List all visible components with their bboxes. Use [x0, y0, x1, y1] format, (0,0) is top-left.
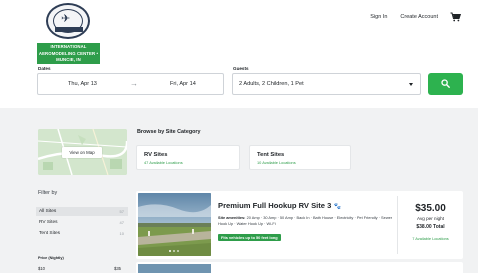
- filter-item-label: All Sites: [39, 209, 57, 214]
- listing-card[interactable]: Premium Full Hookup RV Site 3 🐾 Site ame…: [136, 191, 463, 259]
- price-filter-label: Price (Nightly): [38, 256, 64, 260]
- filter-item-label: Tent Sites: [39, 231, 61, 236]
- arrow-right-icon: →: [130, 79, 138, 88]
- listing-photo[interactable]: [138, 193, 211, 256]
- listing-price: $35.00: [415, 203, 446, 214]
- dates-label: Dates: [38, 66, 51, 71]
- amenities-list: 20 Amp · 30 Amp · 50 Amp · Back In · Bat…: [218, 215, 393, 226]
- chevron-down-icon: [409, 83, 413, 86]
- available-locations-link[interactable]: 7 Available Locations: [398, 236, 463, 241]
- category-card-tent[interactable]: Tent Sites 10 Available Locations: [249, 145, 351, 170]
- filter-item-rv-sites[interactable]: RV Sites 47: [36, 218, 128, 227]
- category-count: 47 Available Locations: [144, 160, 183, 165]
- carousel-dots[interactable]: [169, 250, 179, 252]
- view-on-map-button[interactable]: View on Map: [62, 147, 102, 158]
- cart-icon[interactable]: [450, 12, 461, 22]
- create-account-link[interactable]: Create Account: [400, 14, 438, 20]
- guests-value: 2 Adults, 2 Children, 1 Pet: [239, 81, 304, 87]
- filter-item-label: RV Sites: [39, 220, 58, 225]
- category-name: Tent Sites: [257, 152, 285, 158]
- price-min-value[interactable]: $10: [38, 266, 45, 271]
- filter-item-count: 10: [119, 231, 124, 236]
- listing-title-text: Premium Full Hookup RV Site 3: [218, 201, 332, 210]
- search-button[interactable]: [428, 73, 463, 95]
- price-max-value[interactable]: $35: [114, 266, 121, 271]
- sign-in-link[interactable]: Sign In: [370, 14, 387, 20]
- logo-wordmark: INTERNATIONAL AEROMODELING CENTER • MUNC…: [37, 43, 100, 64]
- search-icon: [441, 79, 450, 88]
- filter-item-tent-sites[interactable]: Tent Sites 10: [36, 229, 128, 238]
- check-out-date[interactable]: Fri, Apr 14: [170, 81, 196, 87]
- filter-item-count: 57: [119, 209, 124, 214]
- category-count: 10 Available Locations: [257, 160, 296, 165]
- avg-per-night-label: Avg per night: [417, 216, 444, 221]
- filter-item-all-sites[interactable]: All Sites 57: [36, 207, 128, 216]
- site-amenities: Site amenities: 20 Amp · 30 Amp · 50 Amp…: [218, 215, 398, 227]
- guests-select[interactable]: 2 Adults, 2 Children, 1 Pet: [232, 73, 421, 95]
- category-card-rv[interactable]: RV Sites 47 Available Locations: [136, 145, 240, 170]
- listing-total: $38.00 Total: [416, 224, 445, 230]
- logo-seal-icon: ✈: [46, 3, 90, 39]
- filter-item-count: 47: [119, 220, 124, 225]
- site-header: ✈ INTERNATIONAL AEROMODELING CENTER • MU…: [0, 0, 478, 108]
- vehicle-length-badge: Fits vehicles up to 50 feet long: [218, 234, 281, 241]
- date-range-picker[interactable]: Thu, Apr 13 → Fri, Apr 14: [37, 73, 224, 95]
- category-name: RV Sites: [144, 152, 168, 158]
- browse-title: Browse by Site Category: [137, 129, 201, 135]
- filter-title: Filter by: [38, 190, 58, 196]
- site-logo[interactable]: ✈ INTERNATIONAL AEROMODELING CENTER • MU…: [37, 3, 100, 64]
- listing-photo[interactable]: [138, 264, 211, 273]
- paw-icon: 🐾: [333, 204, 341, 210]
- listing-card-next[interactable]: [136, 262, 463, 273]
- listing-title[interactable]: Premium Full Hookup RV Site 3 🐾: [218, 201, 341, 210]
- amenities-label: Site amenities:: [218, 215, 246, 220]
- guests-label: Guests: [233, 66, 249, 71]
- check-in-date[interactable]: Thu, Apr 13: [68, 81, 97, 87]
- top-nav: Sign In Create Account: [357, 12, 461, 22]
